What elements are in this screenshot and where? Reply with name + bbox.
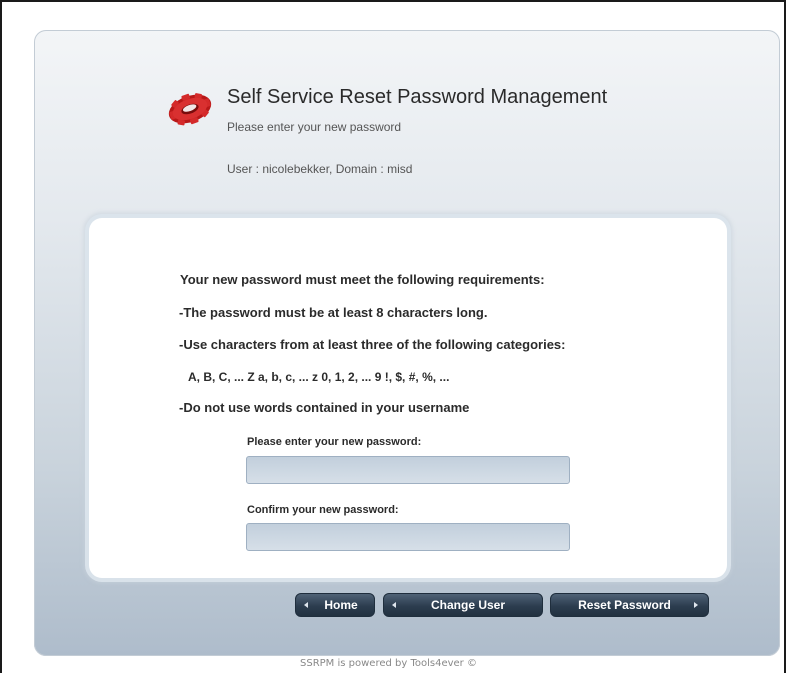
home-button-label: Home <box>324 598 358 612</box>
new-password-input[interactable] <box>246 456 570 484</box>
window-border-right <box>784 0 786 673</box>
requirement-categories-intro: -Use characters from at least three of t… <box>179 337 566 352</box>
change-user-button-label: Change User <box>430 598 506 612</box>
arrow-right-icon <box>694 602 698 608</box>
window-border-left <box>0 0 2 673</box>
requirement-no-username: -Do not use words contained in your user… <box>179 400 470 415</box>
new-password-label: Please enter your new password: <box>247 436 422 448</box>
footer-credit: SSRPM is powered by Tools4ever © <box>300 658 477 669</box>
confirm-password-input[interactable] <box>246 523 570 551</box>
requirement-min-length: -The password must be at least 8 charact… <box>179 305 488 320</box>
reset-password-button-label: Reset Password <box>578 598 671 612</box>
page-subtitle: Please enter your new password <box>227 120 402 134</box>
arrow-left-icon <box>304 602 308 608</box>
user-domain-info: User : nicolebekker, Domain : misd <box>227 162 413 176</box>
confirm-password-label: Confirm your new password: <box>247 504 399 516</box>
red-gear-logo-icon <box>168 93 212 126</box>
arrow-left-icon <box>392 602 396 608</box>
home-button[interactable]: Home <box>295 593 375 617</box>
requirements-heading: Your new password must meet the followin… <box>180 272 545 287</box>
window-border-top <box>0 0 786 2</box>
change-user-button[interactable]: Change User <box>383 593 543 617</box>
page-title: Self Service Reset Password Management <box>227 86 608 108</box>
requirement-categories-list: A, B, C, ... Z a, b, c, ... z 0, 1, 2, .… <box>188 370 450 384</box>
reset-password-button[interactable]: Reset Password <box>550 593 709 617</box>
